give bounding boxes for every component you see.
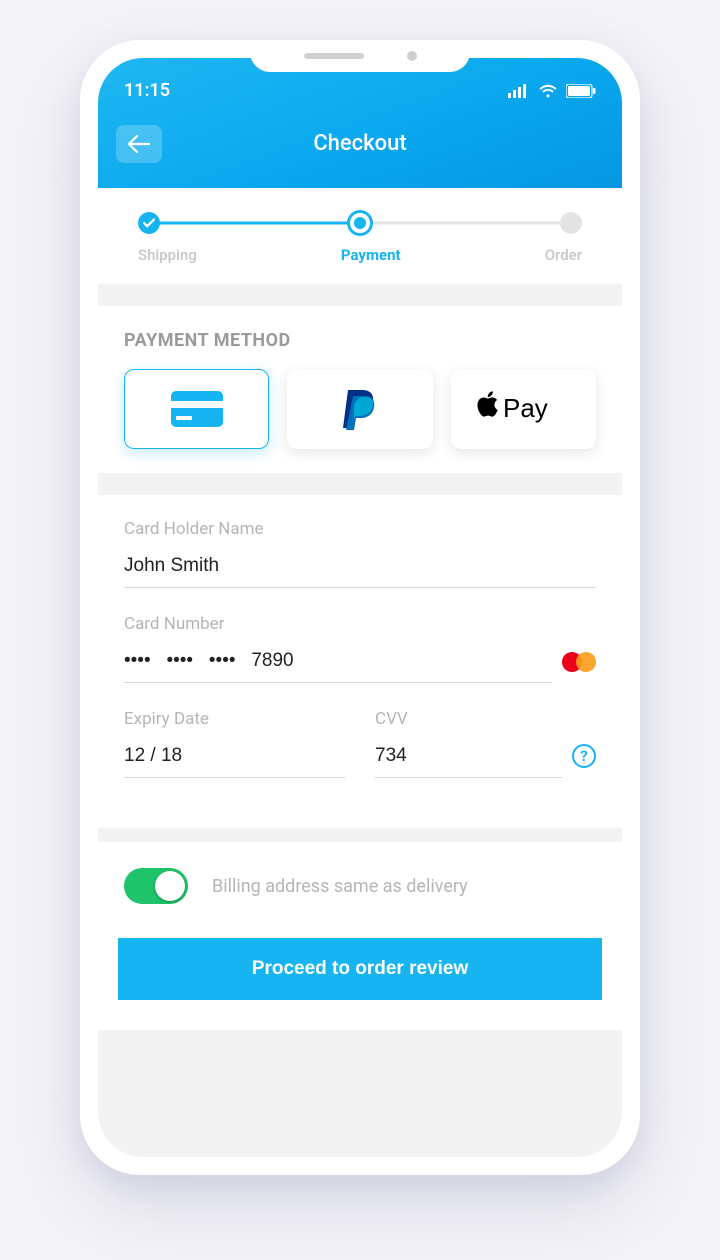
payment-method-paypal[interactable] — [287, 369, 432, 449]
front-camera — [407, 51, 417, 61]
step-label-order: Order — [545, 246, 582, 264]
screen: 11:15 Checkout — [98, 58, 622, 1157]
cvv-label: CVV — [375, 709, 596, 729]
phone-notch — [250, 40, 470, 72]
question-mark-icon: ? — [580, 747, 587, 765]
step-dot-order[interactable] — [560, 212, 582, 234]
step-dot-payment[interactable] — [350, 213, 370, 233]
step-label-payment: Payment — [341, 246, 401, 264]
payment-method-card[interactable] — [124, 369, 269, 449]
expiry-label: Expiry Date — [124, 709, 345, 729]
mastercard-icon — [562, 651, 596, 673]
status-icons — [508, 84, 596, 98]
check-icon — [143, 218, 155, 228]
expiry-input[interactable] — [124, 739, 345, 778]
apple-pay-icon: Pay — [475, 389, 571, 429]
payment-method-section: PAYMENT METHOD Pay — [98, 306, 622, 473]
app-header: 11:15 Checkout — [98, 58, 622, 188]
section-divider — [98, 473, 622, 495]
cvv-help-button[interactable]: ? — [572, 744, 596, 768]
svg-text:Pay: Pay — [503, 393, 548, 423]
stepper-track-fill — [148, 222, 357, 225]
wifi-icon — [538, 84, 558, 98]
billing-same-row: Billing address same as delivery — [98, 842, 622, 930]
step-dot-shipping[interactable] — [138, 212, 160, 234]
billing-same-toggle[interactable] — [124, 868, 188, 904]
paypal-icon — [340, 386, 380, 432]
card-holder-label: Card Holder Name — [124, 519, 596, 539]
section-divider — [98, 284, 622, 306]
battery-icon — [566, 84, 596, 98]
billing-same-label: Billing address same as delivery — [212, 876, 468, 897]
payment-method-title: PAYMENT METHOD — [124, 330, 596, 351]
proceed-button[interactable]: Proceed to order review — [118, 938, 602, 1000]
title-bar: Checkout — [98, 121, 622, 164]
card-number-input[interactable] — [124, 644, 552, 683]
card-holder-input[interactable] — [124, 549, 596, 588]
card-number-label: Card Number — [124, 614, 596, 634]
status-bar: 11:15 — [98, 72, 622, 121]
page-title: Checkout — [313, 131, 406, 156]
checkout-stepper: Shipping Payment Order — [98, 188, 622, 284]
step-label-shipping: Shipping — [138, 246, 197, 264]
speaker-slot — [304, 53, 364, 59]
section-divider — [98, 828, 622, 842]
cta-section: Proceed to order review — [98, 930, 622, 1030]
phone-frame: 11:15 Checkout — [80, 40, 640, 1175]
back-button[interactable] — [116, 125, 162, 163]
signal-icon — [508, 84, 530, 98]
cvv-input[interactable] — [375, 739, 562, 778]
credit-card-icon — [170, 390, 224, 428]
payment-method-applepay[interactable]: Pay — [451, 369, 596, 449]
card-details-section: Card Holder Name Card Number Expiry Date… — [98, 495, 622, 828]
status-time: 11:15 — [124, 80, 170, 101]
arrow-left-icon — [128, 135, 150, 153]
